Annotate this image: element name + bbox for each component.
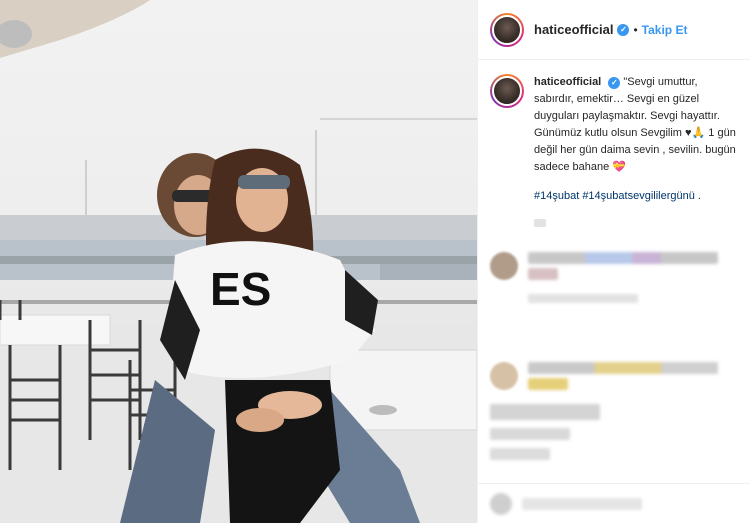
comment-item bbox=[490, 404, 600, 460]
footer-text-blurred bbox=[522, 497, 642, 510]
comment-text-blurred bbox=[490, 404, 600, 420]
verified-badge-icon: ✓ bbox=[608, 76, 621, 89]
comment-meta-blurred bbox=[490, 448, 550, 460]
comment-item bbox=[490, 252, 718, 303]
post-side-panel: haticeofficial ✓ • Takip Et haticeoffici… bbox=[477, 0, 750, 523]
comment-text-blurred bbox=[528, 362, 718, 374]
profile-avatar[interactable] bbox=[490, 12, 524, 47]
post-photo-illustration: ES bbox=[0, 0, 477, 523]
verified-badge-icon: ✓ bbox=[617, 23, 630, 36]
post-photo[interactable]: ES bbox=[0, 0, 477, 523]
commenter-avatar[interactable] bbox=[490, 362, 518, 390]
caption: haticeofficial ✓ "Sevgi umuttur, sabırdı… bbox=[534, 74, 738, 227]
caption-hashtags[interactable]: #14şubat #14şubatsevgililergünü . bbox=[534, 188, 738, 205]
avatar-image bbox=[492, 14, 522, 45]
caption-username[interactable]: haticeofficial bbox=[534, 76, 601, 88]
post-header: haticeofficial ✓ • Takip Et bbox=[478, 0, 750, 60]
caption-avatar[interactable] bbox=[490, 74, 524, 108]
woman-sunglasses bbox=[238, 175, 290, 189]
follow-button[interactable]: Takip Et bbox=[642, 23, 688, 37]
caption-text: "Sevgi umuttur, sabırdır, emektir… Sevgi… bbox=[534, 76, 736, 173]
avatar-image bbox=[492, 76, 522, 106]
hoodie-print: ES bbox=[210, 263, 271, 315]
comment-meta-blurred bbox=[490, 428, 570, 440]
caption-timestamp-blurred bbox=[534, 219, 546, 227]
comment-text-blurred bbox=[528, 252, 718, 264]
footer-icon-blurred[interactable] bbox=[490, 492, 512, 515]
commenter-avatar[interactable] bbox=[490, 252, 518, 280]
table-left bbox=[0, 314, 111, 346]
post-footer bbox=[478, 483, 750, 523]
header-separator: • bbox=[633, 22, 638, 37]
comment-emoji-blurred bbox=[528, 268, 558, 280]
header-username[interactable]: haticeofficial bbox=[534, 22, 613, 37]
caption-block: haticeofficial ✓ "Sevgi umuttur, sabırdı… bbox=[478, 60, 750, 227]
comment-emoji-blurred bbox=[528, 378, 568, 390]
comment-item bbox=[490, 362, 718, 390]
comment-meta-blurred bbox=[528, 294, 638, 303]
